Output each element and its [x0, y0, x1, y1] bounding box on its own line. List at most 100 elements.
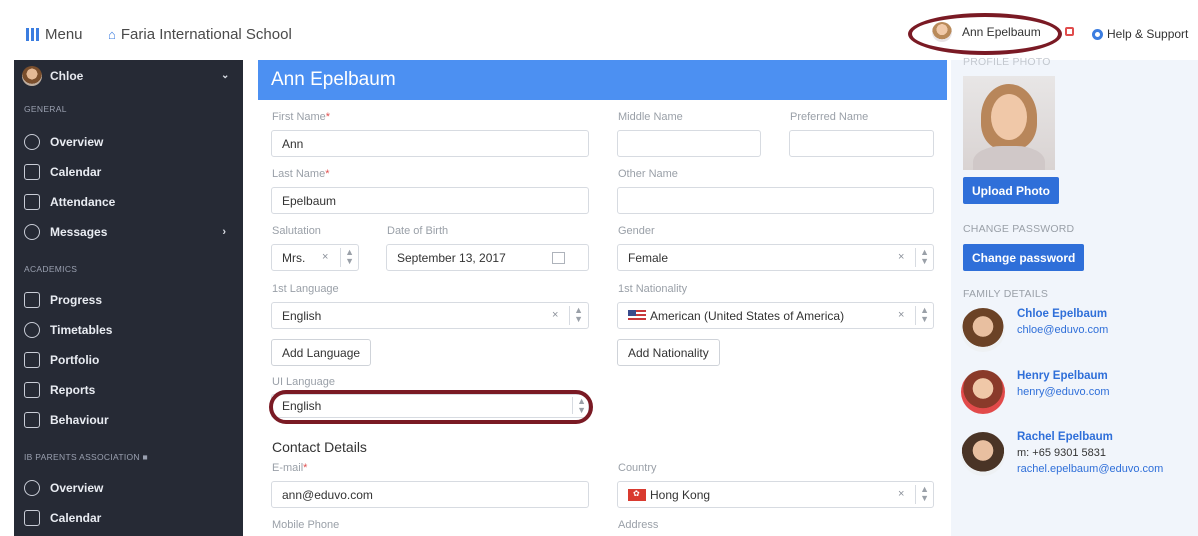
sidebar-item-label: Overview [50, 481, 104, 495]
add-language-button[interactable]: Add Language [271, 339, 372, 366]
family-member-name[interactable]: Henry Epelbaum [1017, 370, 1108, 382]
salutation-label: Salutation [272, 225, 321, 237]
change-password-button[interactable]: Change password [963, 244, 1085, 271]
section-general: GENERAL [24, 104, 67, 114]
email-label: E-mail* [272, 462, 308, 474]
calendar-icon [24, 510, 40, 526]
family-avatar [961, 308, 1005, 352]
sidebar-item-overview[interactable]: Overview [24, 132, 234, 152]
child-switcher[interactable]: Chloe ⌄ [14, 60, 243, 92]
dob-label: Date of Birth [387, 225, 449, 237]
sidebar-item-attendance[interactable]: Attendance [24, 192, 234, 212]
country-value: Hong Kong [650, 488, 711, 502]
section-ib-parents: IB PARENTS ASSOCIATION ■ [24, 452, 148, 462]
sidebar-item-reports[interactable]: Reports [24, 380, 234, 400]
family-member-email[interactable]: henry@eduvo.com [1017, 386, 1110, 398]
last-name-field[interactable]: Epelbaum [271, 187, 589, 214]
chevron-updown-icon: ▲ ▼ [915, 485, 929, 504]
sidebar-item-timetables[interactable]: Timetables [24, 320, 234, 340]
other-name-label: Other Name [618, 168, 678, 180]
sidebar-item-label: Messages [50, 225, 108, 239]
attendance-icon [24, 194, 40, 210]
sidebar-item-ib-calendar[interactable]: Calendar [24, 508, 234, 528]
nationality-label: 1st Nationality [618, 283, 688, 295]
sidebar-item-ib-overview[interactable]: Overview [24, 478, 234, 498]
salutation-select[interactable]: Mrs. × ▲ ▼ [271, 244, 359, 271]
salutation-value: Mrs. [282, 251, 306, 265]
clock-icon [24, 322, 40, 338]
clear-icon[interactable]: × [898, 251, 904, 263]
us-flag-icon [628, 310, 646, 321]
gender-select[interactable]: Female × ▲ ▼ [617, 244, 934, 271]
address-label: Address [618, 519, 659, 531]
right-panel: PROFILE PHOTO Upload Photo CHANGE PASSWO… [951, 56, 1198, 536]
language-value: English [282, 309, 322, 323]
other-name-field[interactable] [617, 187, 934, 214]
sidebar-item-label: Calendar [50, 511, 102, 525]
school-link[interactable]: ⌂ Faria International School [108, 26, 292, 43]
help-support-link[interactable]: Help & Support [1092, 27, 1188, 41]
family-member-name[interactable]: Rachel Epelbaum [1017, 431, 1113, 443]
hk-flag-icon [628, 489, 646, 501]
profile-photo [963, 76, 1055, 170]
mobile-label: Mobile Phone [272, 519, 340, 531]
middle-name-label: Middle Name [618, 111, 683, 123]
clear-icon[interactable]: × [898, 309, 904, 321]
dob-value: September 13, 2017 [397, 251, 506, 265]
sidebar-item-label: Behaviour [50, 413, 109, 427]
clear-icon[interactable]: × [322, 251, 328, 263]
family-member-email[interactable]: chloe@eduvo.com [1017, 324, 1108, 336]
profile-photo-label: PROFILE PHOTO [963, 56, 1051, 68]
calendar-icon [24, 164, 40, 180]
portfolio-icon [24, 352, 40, 368]
sidebar-item-behaviour[interactable]: Behaviour [24, 410, 234, 430]
email-field[interactable]: ann@eduvo.com [271, 481, 589, 508]
sidebar-item-progress[interactable]: Progress [24, 290, 234, 310]
calendar-icon[interactable] [552, 252, 565, 264]
first-name-label: First Name* [272, 111, 331, 123]
profile-form: Ann Epelbaum First Name* Ann Middle Name… [258, 60, 947, 536]
dob-field[interactable]: September 13, 2017 [386, 244, 589, 271]
chevron-down-icon: ⌄ [221, 70, 230, 81]
notification-icon[interactable] [1065, 27, 1074, 36]
page-title: Ann Epelbaum [258, 60, 947, 100]
messages-icon [24, 224, 40, 240]
upload-photo-button[interactable]: Upload Photo [963, 177, 1059, 204]
menu-icon [26, 28, 39, 41]
add-nationality-button[interactable]: Add Nationality [617, 339, 720, 366]
country-select[interactable]: Hong Kong × ▲▼ [617, 481, 934, 508]
country-label: Country [618, 462, 657, 474]
gender-label: Gender [618, 225, 655, 237]
sidebar-item-label: Attendance [50, 195, 116, 209]
clear-icon[interactable]: × [552, 309, 558, 321]
lifebuoy-icon [1092, 28, 1103, 40]
menu-button[interactable]: Menu [26, 26, 83, 43]
highlight-circle [908, 13, 1062, 55]
dashboard-icon [24, 134, 40, 150]
chevron-updown-icon: ▲ ▼ [340, 248, 354, 267]
first-name-field[interactable]: Ann [271, 130, 589, 157]
sidebar-item-label: Progress [50, 293, 103, 307]
chevron-right-icon: › [222, 226, 226, 238]
family-member-email[interactable]: rachel.epelbaum@eduvo.com [1017, 463, 1163, 475]
chevron-updown-icon: ▲ ▼ [915, 248, 929, 267]
reports-icon [24, 382, 40, 398]
sidebar-item-label: Reports [50, 383, 96, 397]
sidebar-item-label: Timetables [50, 323, 113, 337]
family-member-phone: m: +65 9301 5831 [1017, 447, 1106, 459]
help-label: Help & Support [1107, 27, 1189, 41]
language-select[interactable]: English × ▲ ▼ [271, 302, 589, 329]
sidebar-item-label: Calendar [50, 165, 102, 179]
sidebar-item-portfolio[interactable]: Portfolio [24, 350, 234, 370]
family-avatar [961, 432, 1005, 476]
preferred-name-field[interactable] [789, 130, 934, 157]
sidebar-item-messages[interactable]: Messages › [24, 222, 234, 242]
change-password-label: CHANGE PASSWORD [963, 223, 1075, 235]
family-member-name[interactable]: Chloe Epelbaum [1017, 308, 1107, 320]
middle-name-field[interactable] [617, 130, 761, 157]
chevron-updown-icon: ▲ ▼ [915, 306, 929, 325]
progress-icon [24, 292, 40, 308]
nationality-select[interactable]: American (United States of America) × ▲ ▼ [617, 302, 934, 329]
sidebar-item-calendar[interactable]: Calendar [24, 162, 234, 182]
clear-icon[interactable]: × [898, 488, 904, 500]
